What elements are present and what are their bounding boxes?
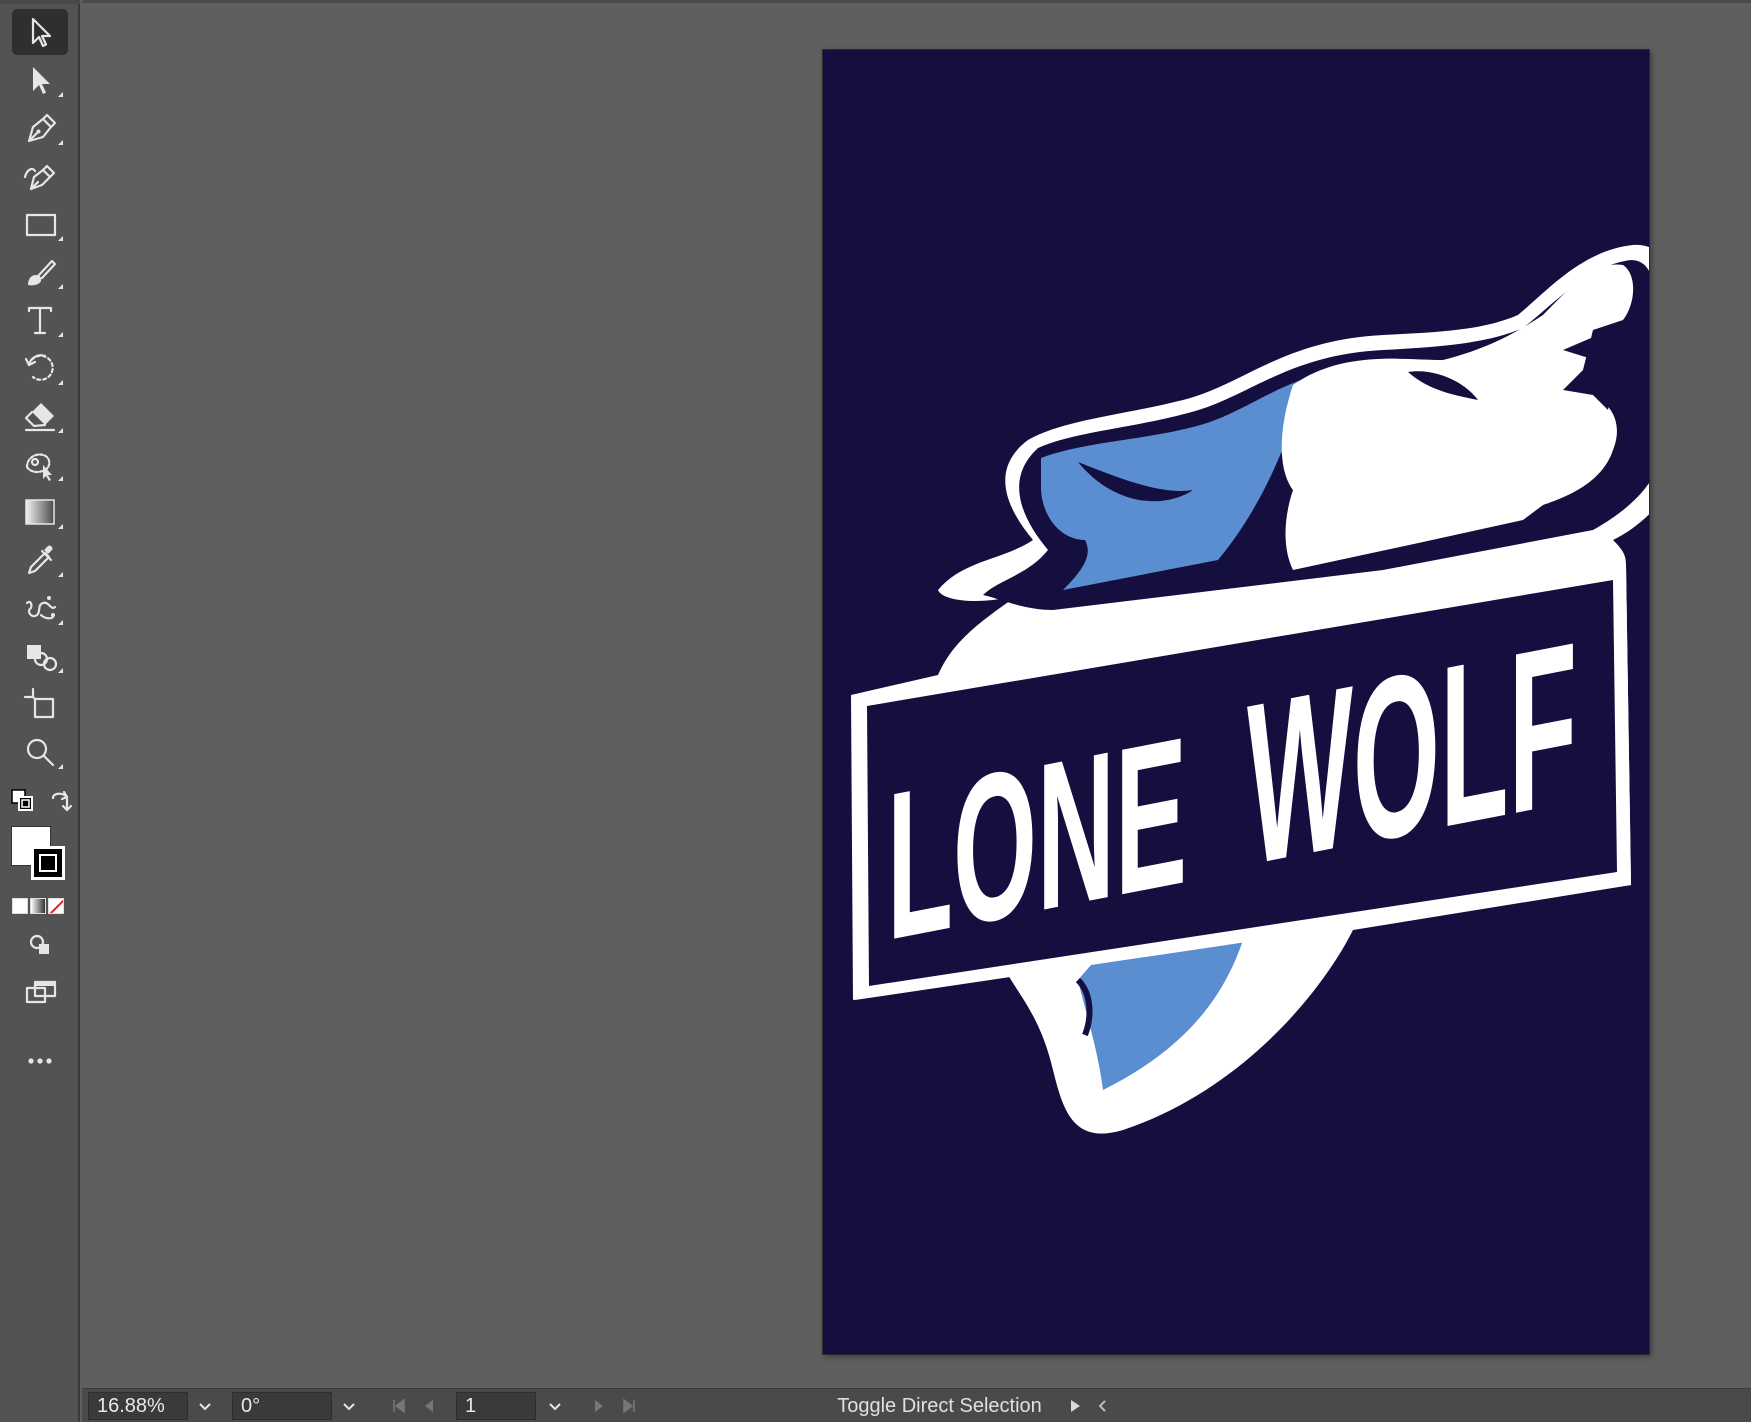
zoom-icon xyxy=(26,738,55,767)
eraser-tool[interactable] xyxy=(12,393,68,439)
rotation-field[interactable]: 0° xyxy=(232,1392,332,1420)
edit-toolbar-button[interactable] xyxy=(12,1038,68,1084)
first-artboard-button[interactable] xyxy=(390,1397,408,1415)
first-icon xyxy=(393,1398,405,1414)
artboard[interactable]: LONE WOLF xyxy=(823,50,1649,1354)
rotation-dropdown[interactable] xyxy=(334,1392,364,1420)
last-icon xyxy=(623,1398,635,1414)
direct-selection-arrow-icon xyxy=(33,67,50,94)
artboard-number-field[interactable]: 1 xyxy=(456,1392,536,1420)
shape-builder-tool[interactable] xyxy=(12,633,68,679)
zoom-dropdown[interactable] xyxy=(190,1392,220,1420)
swap-fill-stroke-icon[interactable] xyxy=(48,788,74,814)
rectangle-tool[interactable] xyxy=(12,201,68,247)
zoom-field[interactable]: 16.88% xyxy=(88,1392,188,1420)
draw-mode-tool[interactable] xyxy=(12,922,68,968)
previous-artboard-button[interactable] xyxy=(420,1397,438,1415)
selection-arrow-icon xyxy=(31,17,52,48)
color-mode-icon[interactable] xyxy=(12,898,28,914)
screen-mode-icon xyxy=(25,980,57,1004)
rotate-icon xyxy=(24,354,54,381)
curvature-tool[interactable] xyxy=(12,153,68,199)
fill-stroke-controls xyxy=(10,786,74,816)
pen-icon xyxy=(27,113,57,143)
direct-selection-tool[interactable] xyxy=(12,57,68,103)
artboard-icon xyxy=(23,687,55,719)
rotate-tool[interactable] xyxy=(12,345,68,391)
document-tab-divider xyxy=(82,0,1751,3)
chevron-down-icon xyxy=(199,1403,211,1411)
chevron-left-icon xyxy=(1098,1400,1106,1412)
status-bar: 16.88% 0° 1 Toggle Direct Selection xyxy=(82,1388,1751,1422)
panel-grip[interactable] xyxy=(0,0,80,4)
stroke-swatch[interactable] xyxy=(31,846,65,880)
paintbrush-icon xyxy=(28,259,57,286)
artboard-tool[interactable] xyxy=(12,681,68,727)
eyedropper-icon xyxy=(27,545,53,575)
rectangle-icon xyxy=(25,213,57,237)
scroll-left-button[interactable] xyxy=(1094,1397,1112,1415)
artboard-dropdown[interactable] xyxy=(540,1392,570,1420)
draw-mode-icon xyxy=(29,934,49,954)
previous-icon xyxy=(425,1400,433,1412)
selection-tool[interactable] xyxy=(12,9,68,55)
none-mode-icon[interactable] xyxy=(48,898,64,914)
chevron-down-icon xyxy=(549,1403,561,1411)
pen-tool[interactable] xyxy=(12,105,68,151)
paintbrush-tool[interactable] xyxy=(12,249,68,295)
shape-builder-icon xyxy=(27,645,58,672)
puppet-warp-tool[interactable] xyxy=(12,441,68,487)
puppet-warp-icon xyxy=(25,453,52,481)
curvature-pen-icon xyxy=(23,164,56,191)
chevron-down-icon xyxy=(343,1403,355,1411)
symbol-sprayer-tool[interactable] xyxy=(12,585,68,631)
gradient-tool[interactable] xyxy=(12,489,68,535)
gradient-mode-icon[interactable] xyxy=(30,898,46,914)
type-icon xyxy=(27,306,53,335)
eraser-icon xyxy=(24,403,56,432)
lone-wolf-logo[interactable]: LONE WOLF xyxy=(823,50,1649,1354)
next-icon xyxy=(595,1400,603,1412)
symbol-sprayer-icon xyxy=(25,596,57,620)
gradient-icon xyxy=(25,499,55,525)
more-tools-icon xyxy=(28,1058,52,1064)
default-fill-stroke-icon[interactable] xyxy=(10,788,36,814)
last-artboard-button[interactable] xyxy=(620,1397,638,1415)
status-menu-button[interactable] xyxy=(1066,1397,1084,1415)
type-tool[interactable] xyxy=(12,297,68,343)
screen-mode-tool[interactable] xyxy=(12,970,68,1016)
tools-panel xyxy=(0,0,80,1422)
next-artboard-button[interactable] xyxy=(590,1397,608,1415)
eyedropper-tool[interactable] xyxy=(12,537,68,583)
zoom-tool[interactable] xyxy=(12,729,68,775)
color-mode-row xyxy=(12,898,64,914)
play-icon xyxy=(1071,1400,1080,1412)
